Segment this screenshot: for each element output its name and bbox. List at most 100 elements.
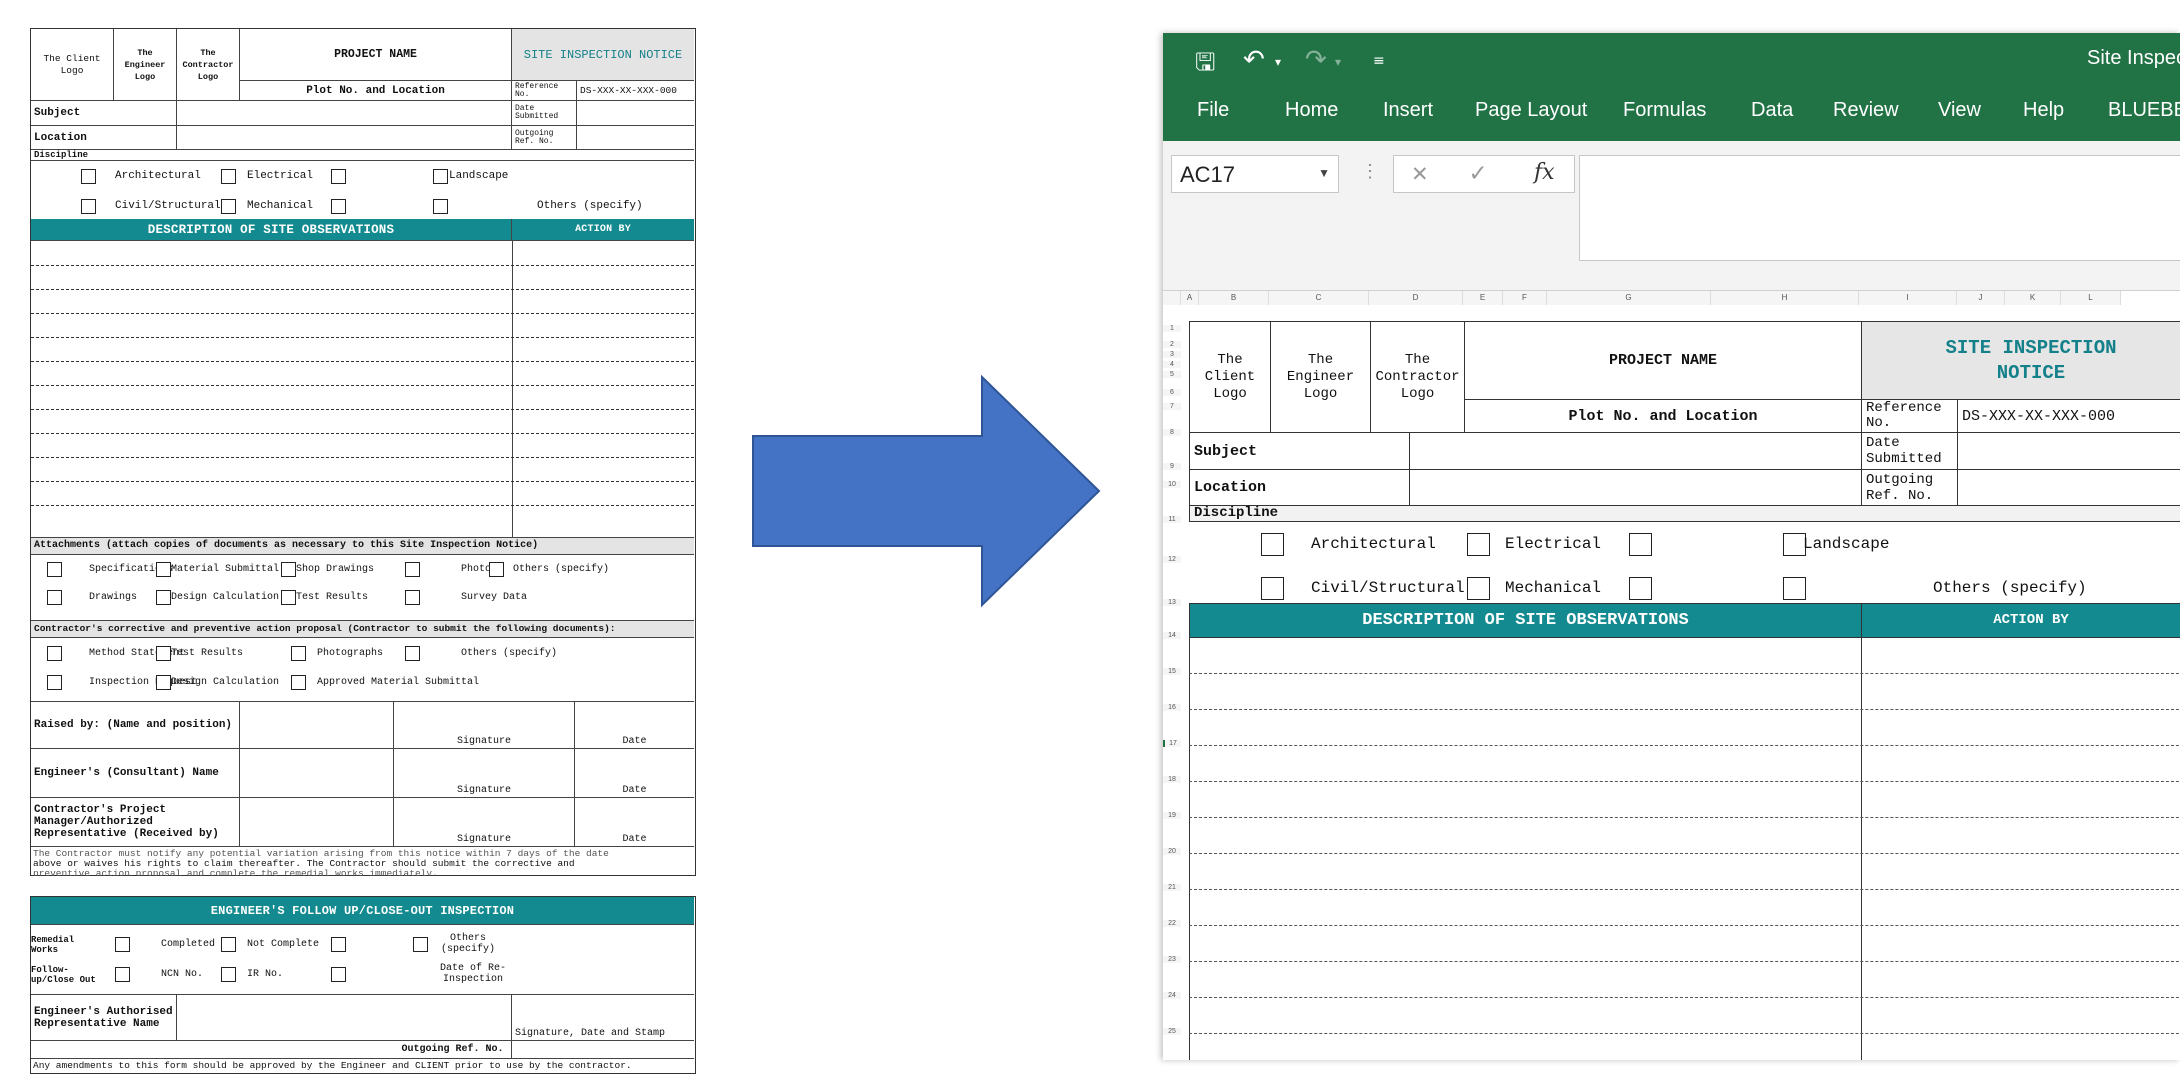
row-header-3[interactable]: 3 (1163, 351, 1181, 358)
row-header-5[interactable]: 5 (1163, 371, 1181, 378)
checkbox-test-results-2[interactable] (156, 646, 171, 661)
col-header-k[interactable]: K (2005, 291, 2061, 305)
row-header-10[interactable]: 10 (1163, 481, 1181, 488)
row-header-15[interactable]: 15 (1163, 668, 1181, 675)
cell-outgoing-label[interactable]: Outgoing Ref. No. (1861, 469, 1958, 506)
formula-input[interactable] (1579, 155, 2180, 261)
row-header-23[interactable]: 23 (1163, 956, 1181, 963)
checkbox-mechanical[interactable] (221, 199, 236, 214)
cell-client-logo[interactable]: The Client Logo (1189, 321, 1271, 433)
tab-view[interactable]: View (1938, 99, 1981, 122)
checkbox-mechanical-alt[interactable] (331, 199, 346, 214)
redo-icon[interactable]: ↷ (1305, 45, 1327, 75)
tab-formulas[interactable]: Formulas (1623, 99, 1706, 122)
undo-icon[interactable]: ↶ (1243, 45, 1265, 75)
checkbox-shop-drawings[interactable] (281, 562, 296, 577)
select-all-corner[interactable] (1163, 291, 1181, 305)
checkbox-design-calc-2[interactable] (156, 675, 171, 690)
col-header-l[interactable]: L (2061, 291, 2121, 305)
xl-checkbox-mechanical-alt[interactable] (1629, 577, 1652, 600)
checkbox-civil[interactable] (81, 199, 96, 214)
row-header-22[interactable]: 22 (1163, 920, 1181, 927)
customize-qat-icon[interactable]: ≡ (1373, 53, 1385, 69)
col-header-e[interactable]: E (1463, 291, 1503, 305)
checkbox-specifications[interactable] (47, 562, 62, 577)
tab-page-layout[interactable]: Page Layout (1475, 99, 1587, 122)
col-header-c[interactable]: C (1269, 291, 1369, 305)
tab-bluebeam[interactable]: BLUEBEAM (2108, 99, 2180, 122)
enter-icon[interactable]: ✓ (1470, 158, 1486, 189)
checkbox-approved-material[interactable] (291, 675, 306, 690)
checkbox-material-submittal[interactable] (156, 562, 171, 577)
more-options-icon[interactable]: ⋮ (1361, 161, 1379, 183)
col-header-g[interactable]: G (1547, 291, 1711, 305)
checkbox-remedial[interactable] (115, 937, 130, 952)
row-header-16[interactable]: 16 (1163, 704, 1181, 711)
row-header-4[interactable]: 4 (1163, 361, 1181, 368)
cell-observations-header[interactable]: DESCRIPTION OF SITE OBSERVATIONS (1189, 603, 1862, 638)
checkbox-electrical-alt[interactable] (331, 169, 346, 184)
cancel-icon[interactable]: ✕ (1412, 158, 1428, 189)
xl-checkbox-mechanical[interactable] (1467, 577, 1490, 600)
row-header-20[interactable]: 20 (1163, 848, 1181, 855)
checkbox-others-corrective[interactable] (405, 646, 420, 661)
col-header-b[interactable]: B (1199, 291, 1269, 305)
checkbox-method-statement[interactable] (47, 646, 62, 661)
cell-date-value[interactable] (1957, 432, 2180, 470)
checkbox-architectural[interactable] (81, 169, 96, 184)
cell-subject-label[interactable]: Subject (1189, 432, 1410, 470)
tab-data[interactable]: Data (1751, 99, 1793, 122)
checkbox-others-followup[interactable] (413, 937, 428, 952)
row-header-12[interactable]: 12 (1163, 556, 1181, 563)
name-box-dropdown-icon[interactable]: ▼ (1318, 166, 1330, 180)
cell-project-name[interactable]: PROJECT NAME (1464, 321, 1862, 400)
checkbox-ncn[interactable] (221, 967, 236, 982)
xl-checkbox-others[interactable] (1783, 577, 1806, 600)
cell-outgoing-value[interactable] (1957, 469, 2180, 506)
cell-engineer-logo[interactable]: The Engineer Logo (1270, 321, 1371, 433)
xl-checkbox-electrical-alt[interactable] (1629, 533, 1652, 556)
row-header-11[interactable]: 11 (1163, 516, 1181, 523)
cell-contractor-logo[interactable]: The Contractor Logo (1370, 321, 1465, 433)
cell-date-label[interactable]: Date Submitted (1861, 432, 1958, 470)
insert-function-icon[interactable]: fx (1534, 160, 1555, 185)
col-header-f[interactable]: F (1503, 291, 1547, 305)
undo-dropdown-icon[interactable]: ▾ (1275, 55, 1281, 69)
checkbox-others[interactable] (433, 199, 448, 214)
row-header-25[interactable]: 25 (1163, 1028, 1181, 1035)
col-header-a[interactable]: A (1181, 291, 1199, 305)
row-header-1[interactable]: 1 (1163, 325, 1181, 332)
row-header-8[interactable]: 8 (1163, 429, 1181, 436)
tab-file[interactable]: File (1197, 99, 1229, 122)
checkbox-others-attach[interactable] (489, 562, 504, 577)
row-header-21[interactable]: 21 (1163, 884, 1181, 891)
row-header-7[interactable]: 7 (1163, 403, 1181, 410)
col-header-h[interactable]: H (1711, 291, 1859, 305)
cell-location-label[interactable]: Location (1189, 469, 1410, 506)
row-header-6[interactable]: 6 (1163, 389, 1181, 396)
xl-checkbox-architectural[interactable] (1261, 533, 1284, 556)
save-icon[interactable]: 🖫 (1195, 45, 1215, 86)
checkbox-electrical[interactable] (221, 169, 236, 184)
tab-insert[interactable]: Insert (1383, 99, 1433, 122)
xl-checkbox-electrical[interactable] (1467, 533, 1490, 556)
row-header-17[interactable]: 17 (1163, 740, 1181, 747)
checkbox-test-results[interactable] (281, 590, 296, 605)
checkbox-survey-data[interactable] (405, 590, 420, 605)
row-header-2[interactable]: 2 (1163, 341, 1181, 348)
col-header-d[interactable]: D (1369, 291, 1463, 305)
cell-location-value[interactable] (1409, 469, 1862, 506)
row-header-18[interactable]: 18 (1163, 776, 1181, 783)
col-header-j[interactable]: J (1957, 291, 2005, 305)
checkbox-completed[interactable] (221, 937, 236, 952)
checkbox-landscape[interactable] (433, 169, 448, 184)
cell-action-by-header[interactable]: ACTION BY (1861, 603, 2180, 638)
cell-discipline-label[interactable]: Discipline (1189, 505, 2180, 522)
row-header-9[interactable]: 9 (1163, 463, 1181, 470)
checkbox-drawings[interactable] (47, 590, 62, 605)
cell-plot-location[interactable]: Plot No. and Location (1464, 399, 1862, 433)
row-header-14[interactable]: 14 (1163, 632, 1181, 639)
checkbox-inspection-request[interactable] (47, 675, 62, 690)
name-box[interactable]: AC17 ▼ (1171, 155, 1339, 193)
cell-subject-value[interactable] (1409, 432, 1862, 470)
